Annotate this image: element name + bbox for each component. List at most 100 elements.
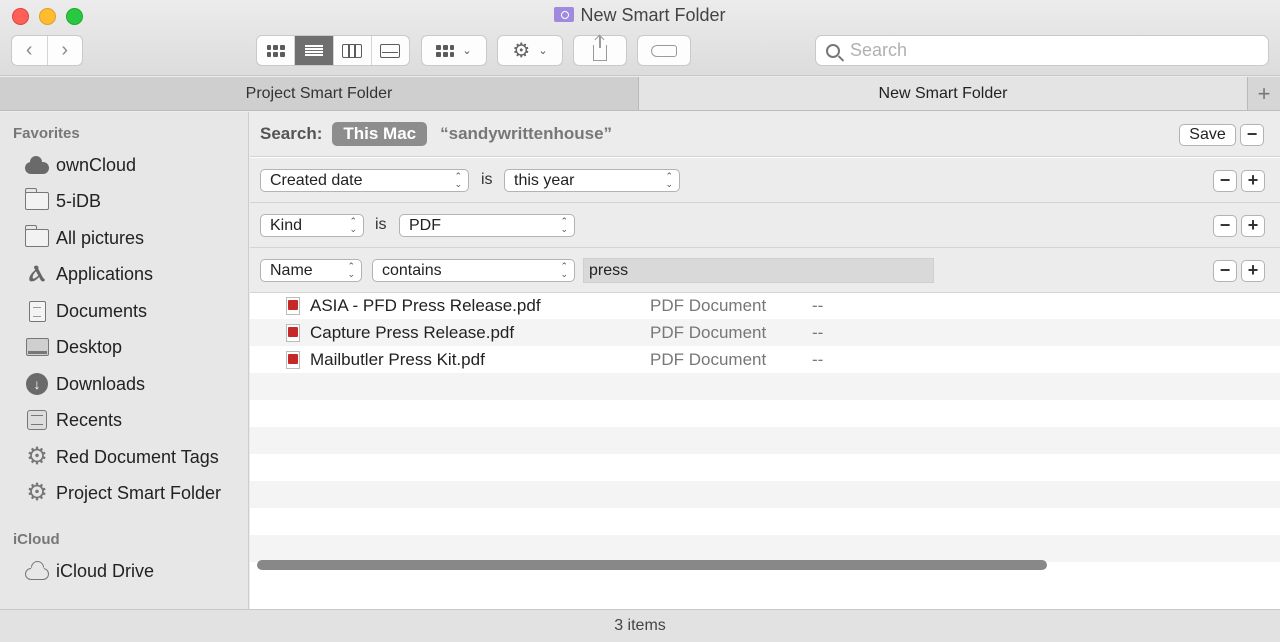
folder-icon: [24, 225, 50, 249]
tab-project-smart-folder[interactable]: Project Smart Folder: [0, 77, 639, 110]
kind-value-popup[interactable]: PDF ⌃ ⌄: [399, 214, 575, 237]
list-item[interactable]: Capture Press Release.pdf PDF Document -…: [250, 319, 1280, 346]
list-item[interactable]: Mailbutler Press Kit.pdf PDF Document --: [250, 346, 1280, 373]
sidebar-item-owncloud[interactable]: ownCloud: [24, 150, 246, 180]
add-rule-button[interactable]: +: [1241, 215, 1265, 237]
remove-rule-button[interactable]: −: [1213, 215, 1237, 237]
operator-value: contains: [382, 262, 442, 279]
sidebar-item-label: Downloads: [56, 373, 146, 394]
chevron-down-icon: ⌄: [462, 45, 472, 57]
sidebar-item-red-document-tags[interactable]: ⚙ Red Document Tags: [24, 442, 246, 472]
recents-icon: [24, 409, 50, 431]
gear-icon: ⚙: [26, 443, 48, 470]
attribute-popup[interactable]: Created date ⌃ ⌄: [260, 169, 469, 192]
view-mode-control: [256, 35, 410, 66]
pdf-file-icon: [286, 296, 300, 315]
file-size: --: [812, 349, 824, 369]
sidebar-item-project-smart-folder[interactable]: ⚙ Project Smart Folder: [24, 478, 246, 508]
attribute-value: Kind: [270, 217, 303, 234]
view-columns-button[interactable]: [332, 36, 371, 65]
view-icons-button[interactable]: [257, 36, 294, 65]
scope-user-folder-button[interactable]: “sandywrittenhouse”: [440, 124, 612, 144]
sidebar-item-all-pictures[interactable]: All pictures: [24, 223, 246, 253]
date-value-popup[interactable]: this year ⌃ ⌄: [504, 169, 680, 192]
group-icon: [436, 44, 455, 57]
updown-chevron-icon: ⌃ ⌄: [560, 261, 568, 279]
empty-row: [250, 535, 1280, 562]
attribute-popup[interactable]: Name ⌃ ⌄: [260, 259, 362, 282]
sidebar-item-label: Project Smart Folder: [56, 482, 222, 503]
item-count: 3 items: [614, 617, 666, 634]
sidebar: Favorites ownCloud 5-iDB All pictures Ⲁ …: [0, 112, 249, 609]
tab-label: Project Smart Folder: [245, 84, 393, 102]
attribute-popup[interactable]: Kind ⌃ ⌄: [260, 214, 364, 237]
cloud-icon: [24, 154, 50, 176]
action-menu-button[interactable]: ⚙ ⌄: [497, 35, 563, 66]
sidebar-item-label: Red Document Tags: [56, 446, 219, 467]
add-rule-button[interactable]: +: [1241, 170, 1265, 192]
empty-row: [250, 400, 1280, 427]
file-name: Capture Press Release.pdf: [310, 322, 515, 342]
remove-search-button[interactable]: −: [1240, 124, 1264, 146]
group-by-button[interactable]: ⌄: [421, 35, 487, 66]
date-value: this year: [514, 172, 575, 189]
horizontal-scrollbar[interactable]: [257, 560, 1047, 570]
icloud-icon: [24, 560, 50, 582]
updown-chevron-icon: ⌃ ⌄: [665, 171, 673, 189]
updown-chevron-icon: ⌃ ⌄: [454, 171, 462, 189]
file-name: ASIA - PFD Press Release.pdf: [310, 295, 541, 315]
window-title: New Smart Folder: [0, 5, 1280, 26]
list-view-icon: [304, 44, 323, 57]
sidebar-item-applications[interactable]: Ⲁ Applications: [24, 259, 246, 289]
sidebar-item-5-idb[interactable]: 5-iDB: [24, 186, 246, 216]
search-scope-label: Search:: [260, 124, 323, 143]
scope-this-mac-button[interactable]: This Mac: [332, 122, 428, 146]
save-button[interactable]: Save: [1179, 124, 1236, 146]
name-value-field[interactable]: [583, 258, 934, 283]
view-gallery-button[interactable]: [370, 36, 409, 65]
sidebar-item-label: Applications: [56, 263, 154, 284]
tab-new-smart-folder[interactable]: New Smart Folder: [639, 77, 1247, 110]
sidebar-item-documents[interactable]: Documents: [24, 296, 246, 326]
remove-rule-button[interactable]: −: [1213, 170, 1237, 192]
view-list-button[interactable]: [294, 36, 333, 65]
sidebar-item-downloads[interactable]: ↓ Downloads: [24, 369, 246, 399]
rule-row-kind: Kind ⌃ ⌄ is PDF ⌃ ⌄ − +: [250, 203, 1280, 248]
sidebar-item-desktop[interactable]: Desktop: [24, 332, 246, 362]
search-input[interactable]: [850, 40, 1250, 61]
gallery-view-icon: [380, 43, 401, 58]
tab-bar: Project Smart Folder New Smart Folder +: [0, 77, 1280, 111]
desktop-icon: [24, 336, 50, 358]
file-name: Mailbutler Press Kit.pdf: [310, 349, 485, 369]
empty-row: [250, 481, 1280, 508]
attribute-value: Created date: [270, 172, 363, 189]
back-button[interactable]: ‹: [12, 36, 47, 65]
pdf-file-icon: [286, 350, 300, 369]
rule-row-created-date: Created date ⌃ ⌄ is this year ⌃ ⌄ − +: [250, 158, 1280, 203]
sidebar-item-icloud-drive[interactable]: iCloud Drive: [24, 556, 246, 586]
tags-button[interactable]: [637, 35, 691, 66]
add-rule-button[interactable]: +: [1241, 260, 1265, 282]
folder-icon: [24, 188, 50, 212]
remove-rule-button[interactable]: −: [1213, 260, 1237, 282]
sidebar-item-label: Recents: [56, 409, 123, 430]
forward-button[interactable]: ›: [46, 36, 83, 65]
sidebar-item-recents[interactable]: Recents: [24, 405, 246, 435]
sidebar-item-label: iCloud Drive: [56, 560, 155, 581]
updown-chevron-icon: ⌃ ⌄: [349, 216, 357, 234]
updown-chevron-icon: ⌃ ⌄: [560, 216, 568, 234]
file-size: --: [812, 322, 824, 342]
gear-icon: ⚙: [26, 479, 48, 506]
chevron-down-icon: ⌄: [538, 45, 548, 57]
list-item[interactable]: ASIA - PFD Press Release.pdf PDF Documen…: [250, 292, 1280, 319]
navigation-buttons: ‹ ›: [11, 35, 83, 66]
column-view-icon: [342, 43, 363, 58]
share-button[interactable]: [573, 35, 627, 66]
search-field[interactable]: [815, 35, 1269, 66]
operator-popup[interactable]: contains ⌃ ⌄: [372, 259, 575, 282]
tab-label: New Smart Folder: [878, 84, 1008, 102]
file-kind: PDF Document: [650, 349, 767, 369]
file-kind: PDF Document: [650, 322, 767, 342]
new-tab-button[interactable]: +: [1247, 77, 1280, 110]
main-content: Search: This Mac “sandywrittenhouse” Sav…: [250, 112, 1280, 609]
